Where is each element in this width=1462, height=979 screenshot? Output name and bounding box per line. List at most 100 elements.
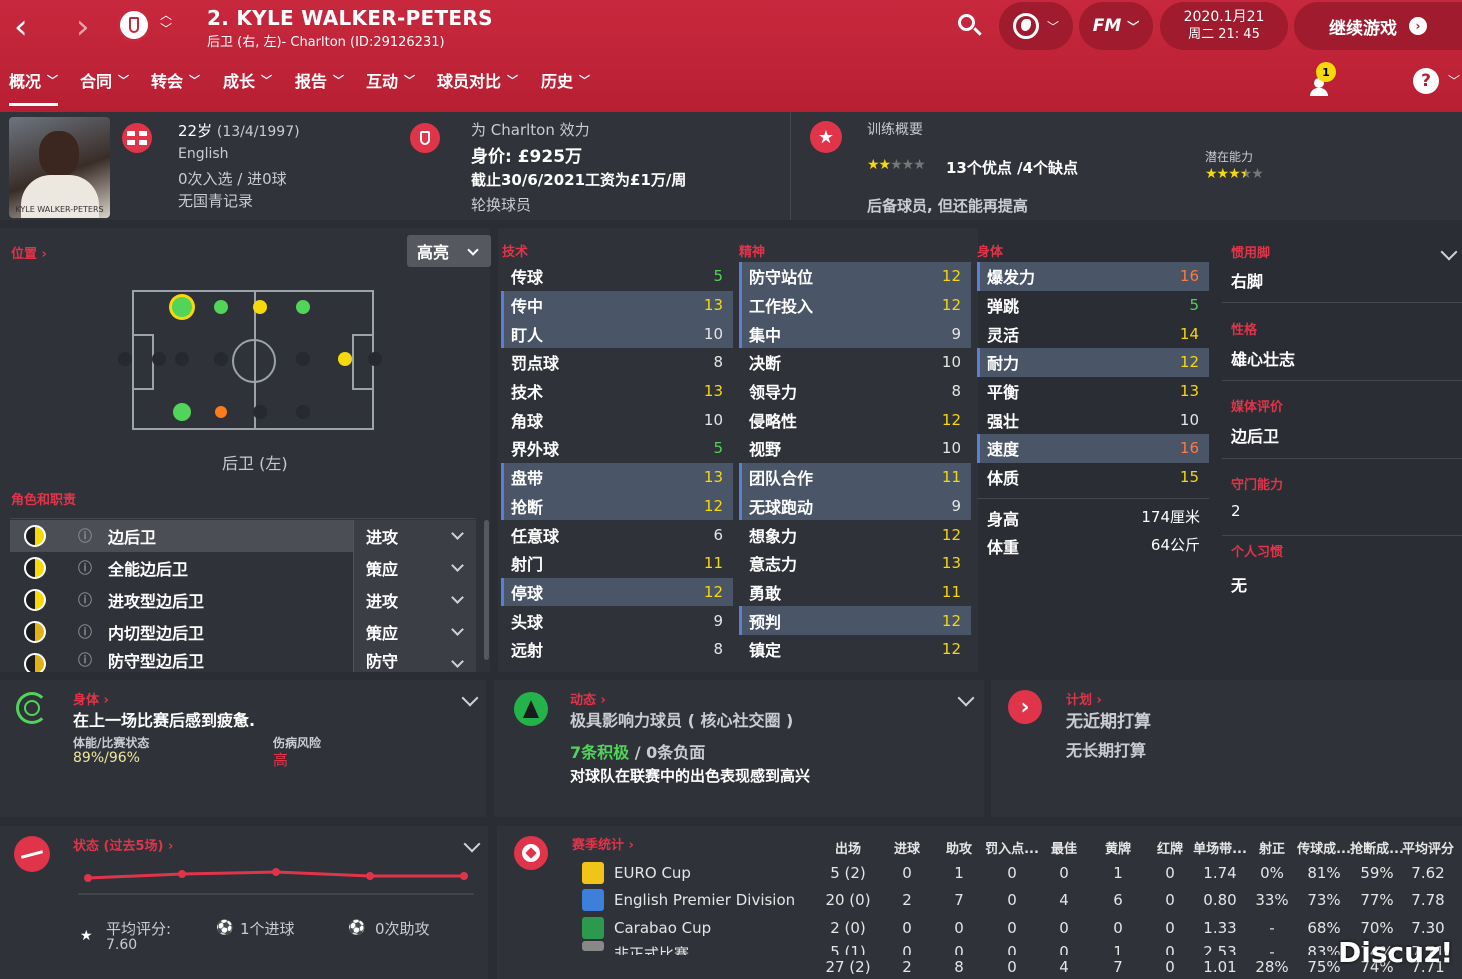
people-icon[interactable]: 1 bbox=[1306, 62, 1336, 96]
attribute-row[interactable]: 决断 10 bbox=[739, 348, 971, 377]
tab-reports[interactable]: 报告 ﹀ bbox=[295, 68, 344, 92]
stats-header[interactable]: 进球 bbox=[877, 838, 937, 857]
attribute-row[interactable]: 勇敢 11 bbox=[739, 578, 971, 607]
stats-header[interactable]: 助攻 bbox=[929, 838, 989, 857]
attribute-row[interactable]: 爆发力 16 bbox=[977, 262, 1209, 291]
attribute-row[interactable]: 弹跳 5 bbox=[977, 291, 1209, 320]
side-panel-chevron-icon[interactable] bbox=[1440, 243, 1458, 261]
player-switch-icon[interactable]: ︿ ﹀ bbox=[160, 8, 172, 36]
competition-name[interactable]: English Premier Division bbox=[614, 891, 795, 909]
attribute-row[interactable]: 盯人 10 bbox=[501, 319, 733, 349]
competition-name[interactable]: Carabao Cup bbox=[614, 919, 711, 937]
role-row[interactable]: ⓘ 内切型边后卫 策应 bbox=[10, 616, 476, 648]
form-title[interactable]: 状态 (过去5场) › bbox=[73, 835, 173, 854]
physical-attributes: 爆发力 16 弹跳 5 灵活 14 耐力 12 平衡 13 强壮 10 速度 16 体质 15 bbox=[977, 262, 1209, 492]
attribute-row[interactable]: 集中 9 bbox=[739, 319, 971, 349]
info-icon[interactable]: ⓘ bbox=[78, 622, 92, 642]
role-duty-dropdown[interactable]: 策应 bbox=[353, 552, 476, 584]
physical-panel-title[interactable]: 身体 › bbox=[73, 689, 109, 708]
season-stats-title[interactable]: 赛季统计 › bbox=[572, 834, 634, 853]
attribute-row[interactable]: 罚点球 8 bbox=[501, 348, 733, 377]
stats-header[interactable]: 罚入点... bbox=[982, 838, 1042, 857]
attribute-row[interactable]: 防守站位 12 bbox=[739, 262, 971, 291]
form-point[interactable] bbox=[366, 872, 374, 880]
world-menu-button[interactable]: ﹀ bbox=[999, 2, 1073, 50]
attribute-row[interactable]: 视野 10 bbox=[739, 434, 971, 463]
stats-header[interactable]: 射正 bbox=[1242, 838, 1302, 857]
tab-compare[interactable]: 球员对比 ﹀ bbox=[437, 68, 518, 92]
attribute-row[interactable]: 体质 15 bbox=[977, 463, 1209, 492]
position-title[interactable]: 位置 › bbox=[11, 243, 47, 262]
fm-menu-button[interactable]: FM ﹀ bbox=[1079, 2, 1153, 50]
date-display[interactable]: 2020.1月21 周二 21: 45 bbox=[1160, 2, 1288, 50]
attribute-row[interactable]: 速度 16 bbox=[977, 434, 1209, 463]
attribute-row[interactable]: 头球 9 bbox=[501, 606, 733, 635]
attribute-row[interactable]: 角球 10 bbox=[501, 405, 733, 434]
form-point[interactable] bbox=[460, 872, 468, 880]
role-row[interactable]: ⓘ 边后卫 进攻 bbox=[10, 520, 476, 552]
attribute-row[interactable]: 侵略性 12 bbox=[739, 405, 971, 434]
attribute-row[interactable]: 盘带 13 bbox=[501, 462, 733, 492]
attribute-row[interactable]: 技术 13 bbox=[501, 377, 733, 406]
tab-history[interactable]: 历史 ﹀ bbox=[541, 68, 590, 92]
attribute-row[interactable]: 抢断 12 bbox=[501, 491, 733, 521]
attribute-row[interactable]: 团队合作 11 bbox=[739, 462, 971, 492]
attribute-row[interactable]: 无球跑动 9 bbox=[739, 491, 971, 521]
attribute-row[interactable]: 耐力 12 bbox=[977, 348, 1209, 377]
info-icon[interactable]: ⓘ bbox=[78, 650, 92, 670]
attribute-row[interactable]: 远射 8 bbox=[501, 635, 733, 664]
role-row[interactable]: ⓘ 防守型边后卫 防守 bbox=[10, 648, 476, 672]
stats-header[interactable]: 传球成... bbox=[1294, 838, 1354, 857]
attribute-row[interactable]: 任意球 6 bbox=[501, 520, 733, 549]
tab-overview[interactable]: 概况 ﹀ bbox=[9, 68, 59, 106]
competition-name[interactable]: EURO Cup bbox=[614, 864, 691, 882]
role-row[interactable]: ⓘ 进攻型边后卫 进攻 bbox=[10, 584, 476, 616]
attribute-row[interactable]: 镇定 12 bbox=[739, 635, 971, 664]
tab-development[interactable]: 成长 ﹀ bbox=[223, 68, 272, 92]
stats-header[interactable]: 平均评分 bbox=[1398, 838, 1458, 857]
attribute-row[interactable]: 想象力 12 bbox=[739, 520, 971, 549]
attribute-row[interactable]: 预判 12 bbox=[739, 606, 971, 635]
dynamics-title[interactable]: 动态 › bbox=[570, 689, 606, 708]
tab-contract[interactable]: 合同 ﹀ bbox=[80, 68, 129, 92]
competition-name[interactable]: 非正式比赛 bbox=[614, 943, 689, 955]
attribute-row[interactable]: 强壮 10 bbox=[977, 405, 1209, 434]
plans-title[interactable]: 计划 › bbox=[1066, 689, 1102, 708]
stats-header[interactable]: 最佳 bbox=[1034, 838, 1094, 857]
stats-header[interactable]: 黄牌 bbox=[1088, 838, 1148, 857]
attribute-row[interactable]: 传球 5 bbox=[501, 262, 733, 291]
form-point[interactable] bbox=[272, 868, 280, 876]
attribute-row[interactable]: 平衡 13 bbox=[977, 377, 1209, 406]
tab-interaction[interactable]: 互动 ﹀ bbox=[366, 68, 415, 92]
highlight-dropdown[interactable]: 高亮 bbox=[407, 235, 491, 267]
attribute-row[interactable]: 意志力 13 bbox=[739, 549, 971, 578]
help-icon[interactable]: ? bbox=[1413, 68, 1439, 94]
attribute-row[interactable]: 灵活 14 bbox=[977, 319, 1209, 348]
attribute-row[interactable]: 领导力 8 bbox=[739, 377, 971, 406]
role-duty-dropdown[interactable]: 进攻 bbox=[353, 584, 476, 616]
stats-header[interactable]: 出场 bbox=[818, 838, 878, 857]
role-duty-dropdown[interactable]: 进攻 bbox=[353, 520, 476, 552]
info-icon[interactable]: ⓘ bbox=[78, 558, 92, 578]
stats-header[interactable]: 单场带... bbox=[1190, 838, 1250, 857]
info-icon[interactable]: ⓘ bbox=[78, 590, 92, 610]
roles-scrollbar[interactable] bbox=[484, 520, 489, 660]
attribute-row[interactable]: 工作投入 12 bbox=[739, 290, 971, 320]
attribute-row[interactable]: 传中 13 bbox=[501, 290, 733, 320]
tab-transfer[interactable]: 转会 ﹀ bbox=[151, 68, 200, 92]
role-row[interactable]: ⓘ 全能边后卫 策应 bbox=[10, 552, 476, 584]
role-duty-dropdown[interactable]: 策应 bbox=[353, 616, 476, 648]
forward-arrow-icon[interactable]: › bbox=[76, 10, 90, 44]
help-menu-chevron[interactable]: ﹀ bbox=[1448, 72, 1460, 89]
search-icon[interactable] bbox=[956, 12, 984, 40]
form-point[interactable] bbox=[178, 870, 186, 878]
attribute-row[interactable]: 射门 11 bbox=[501, 549, 733, 578]
info-icon[interactable]: ⓘ bbox=[78, 526, 92, 546]
continue-button[interactable]: 继续游戏 › bbox=[1294, 2, 1462, 50]
role-duty-dropdown[interactable]: 防守 bbox=[353, 648, 476, 672]
attribute-row[interactable]: 界外球 5 bbox=[501, 434, 733, 463]
club-crest-icon[interactable] bbox=[117, 8, 151, 42]
back-arrow-icon[interactable]: ‹ bbox=[14, 10, 28, 44]
attribute-row[interactable]: 停球 12 bbox=[501, 577, 733, 607]
form-point[interactable] bbox=[84, 874, 92, 882]
